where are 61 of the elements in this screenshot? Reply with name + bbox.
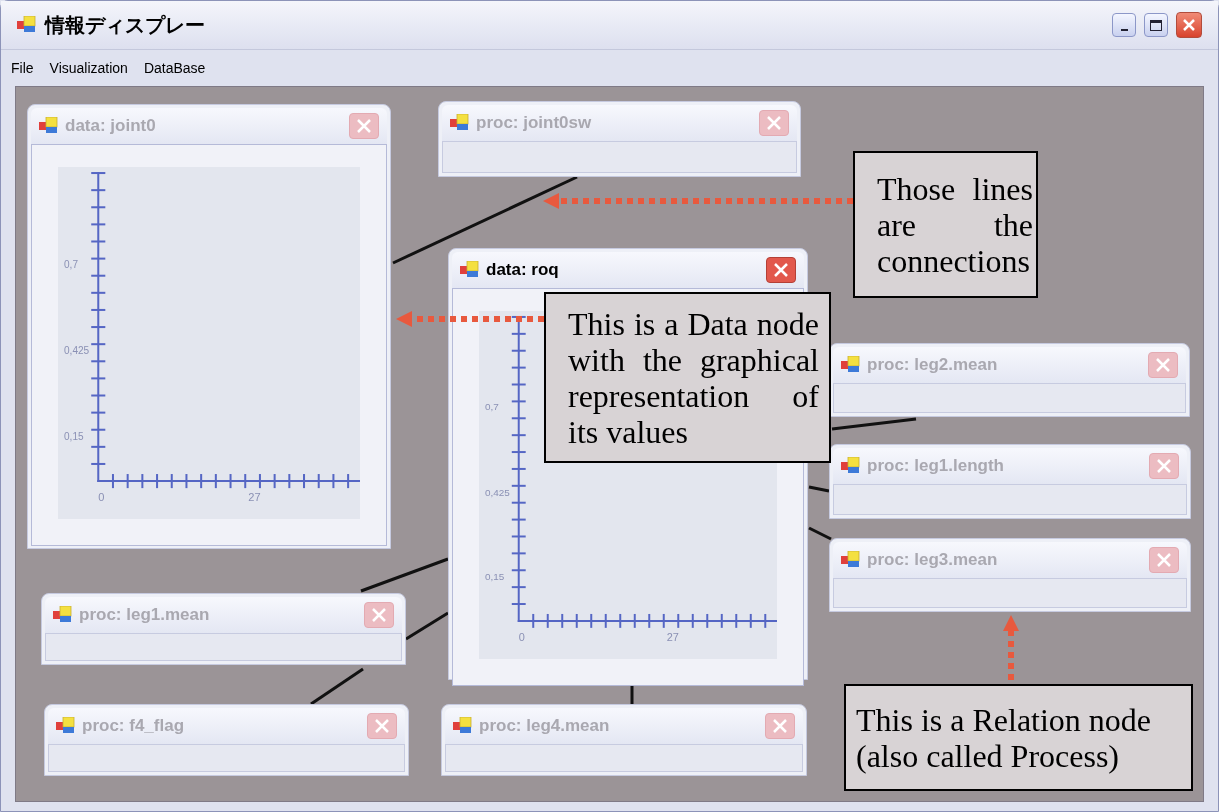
close-icon xyxy=(766,115,782,131)
menu-item[interactable]: File xyxy=(11,57,34,79)
app-icon xyxy=(841,551,861,569)
close-icon xyxy=(1156,552,1172,568)
close-icon xyxy=(1156,458,1172,474)
tick-label: 27 xyxy=(248,491,261,504)
connection-line xyxy=(808,485,830,493)
app-icon xyxy=(53,606,73,624)
node-window[interactable]: proc: f4_flag xyxy=(44,704,409,776)
node-title: proc: leg3.mean xyxy=(867,549,998,572)
app-icon xyxy=(460,261,480,279)
tick-label: 0,15 xyxy=(484,571,505,583)
close-button[interactable] xyxy=(766,257,796,283)
close-icon xyxy=(356,118,372,134)
app-icon xyxy=(17,16,37,34)
connection-line xyxy=(808,526,832,541)
tick-label: 0,15 xyxy=(64,430,84,442)
tick-label: 0,425 xyxy=(64,345,90,357)
node-window[interactable]: proc: leg2.mean xyxy=(829,343,1190,417)
node-title: data: roq xyxy=(486,259,559,282)
node-title: proc: joint0sw xyxy=(476,112,592,135)
minimize-button[interactable] xyxy=(1112,13,1136,37)
app-icon xyxy=(453,717,473,735)
close-icon xyxy=(772,718,788,734)
tick-label: 0 xyxy=(98,491,105,504)
node-window[interactable]: proc: leg1.mean xyxy=(41,593,406,665)
menu-item[interactable]: DataBase xyxy=(143,57,206,79)
node-window[interactable]: proc: leg4.mean xyxy=(441,704,807,776)
node-title: proc: leg4.mean xyxy=(479,715,610,738)
node-window[interactable]: proc: leg1.length xyxy=(829,444,1191,519)
window-title: 情報ディスプレー xyxy=(45,13,205,38)
app-icon xyxy=(56,717,76,735)
close-icon xyxy=(371,607,387,623)
node-title: proc: leg1.length xyxy=(867,455,1004,478)
tick-label: 0,425 xyxy=(484,486,510,498)
maximize-button[interactable] xyxy=(1144,13,1168,37)
app-icon xyxy=(841,356,861,374)
node-title: proc: f4_flag xyxy=(82,715,185,738)
close-icon xyxy=(374,718,390,734)
close-icon xyxy=(1155,357,1171,373)
app-icon xyxy=(39,117,59,135)
app-icon xyxy=(841,457,861,475)
connection-line xyxy=(405,611,449,641)
tick-label: 0,7 xyxy=(484,401,499,413)
app-icon xyxy=(450,114,470,132)
node-window[interactable]: proc: joint0sw xyxy=(438,101,801,177)
tick-label: 27 xyxy=(666,630,679,643)
node-title: proc: leg2.mean xyxy=(867,354,998,377)
close-icon xyxy=(773,262,789,278)
callout-text: This is a Relation node (also called Process) xyxy=(856,701,1153,774)
close-icon xyxy=(1182,18,1196,32)
node-title: data: joint0 xyxy=(65,115,156,138)
node-title: proc: leg1.mean xyxy=(79,604,210,627)
connection-line xyxy=(310,667,364,706)
node-window[interactable]: proc: leg3.mean xyxy=(829,538,1191,612)
node-window[interactable]: data: joint0 0,7 0,425 0,15 0 27 xyxy=(27,104,391,549)
menu-item[interactable]: Visualization xyxy=(49,57,128,79)
tick-label: 0,7 xyxy=(64,258,78,270)
close-button[interactable] xyxy=(1176,12,1202,38)
callout-text: Those lines are the connections xyxy=(877,170,1033,279)
tick-label: 0 xyxy=(518,630,525,643)
